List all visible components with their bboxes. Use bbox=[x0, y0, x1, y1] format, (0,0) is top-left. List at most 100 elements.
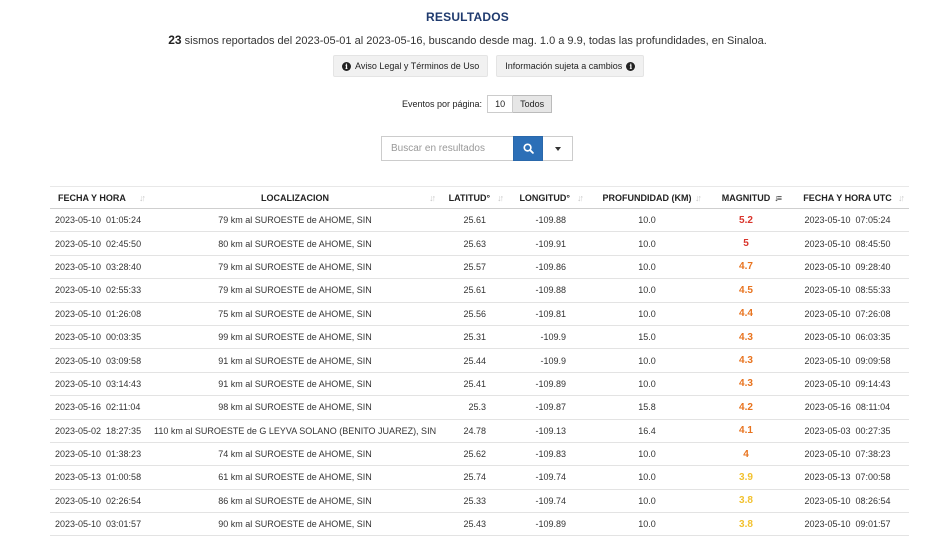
table-body: 2023-05-10 01:05:24 79 km al SUROESTE de … bbox=[50, 208, 909, 537]
cell-localizacion: 79 km al SUROESTE de AHOME, SIN bbox=[149, 278, 441, 303]
cell-latitud: 25.61 bbox=[440, 278, 509, 303]
table-row[interactable]: 2023-05-10 03:14:43 91 km al SUROESTE de … bbox=[50, 372, 909, 397]
column-header-profundidad[interactable]: PROFUNDIDAD (KM) ↓↑ bbox=[588, 186, 707, 209]
search-button[interactable] bbox=[513, 136, 543, 161]
table-row[interactable]: 2023-05-10 01:05:24 79 km al SUROESTE de … bbox=[50, 208, 909, 233]
cell-fecha-utc: 2023-05-10 09:09:58 bbox=[785, 348, 909, 373]
cell-localizacion: 98 km al SUROESTE de AHOME, SIN bbox=[149, 395, 441, 420]
cell-profundidad: 10.0 bbox=[588, 442, 707, 467]
table-row[interactable]: 2023-05-10 03:01:57 90 km al SUROESTE de … bbox=[50, 512, 909, 537]
cell-fecha: 2023-05-10 02:45:50 bbox=[50, 231, 150, 256]
cell-fecha: 2023-05-10 03:09:58 bbox=[50, 348, 150, 373]
search-input[interactable] bbox=[381, 136, 513, 161]
cell-magnitud: 4.1 bbox=[706, 419, 786, 443]
cell-profundidad: 10.0 bbox=[588, 489, 707, 514]
column-header-longitud[interactable]: LONGITUD° ↓↑ bbox=[508, 186, 589, 209]
cell-localizacion: 75 km al SUROESTE de AHOME, SIN bbox=[149, 302, 441, 326]
cell-fecha-utc: 2023-05-10 08:45:50 bbox=[785, 231, 909, 256]
cell-profundidad: 10.0 bbox=[588, 465, 707, 490]
sort-icon: ↓↑ bbox=[898, 193, 905, 203]
magnitude-value: 3.9 bbox=[739, 471, 753, 483]
cell-localizacion: 61 km al SUROESTE de AHOME, SIN bbox=[149, 465, 441, 490]
cell-localizacion: 91 km al SUROESTE de AHOME, SIN bbox=[149, 372, 441, 397]
magnitude-value: 4.3 bbox=[739, 331, 753, 343]
table-row[interactable]: 2023-05-10 02:55:33 79 km al SUROESTE de … bbox=[50, 278, 909, 303]
cell-magnitud: 4.3 bbox=[706, 325, 786, 350]
cell-fecha-utc: 2023-05-10 08:26:54 bbox=[785, 489, 909, 514]
sort-icon: ↓↑ bbox=[577, 193, 584, 203]
cell-localizacion: 80 km al SUROESTE de AHOME, SIN bbox=[149, 231, 441, 256]
table-row[interactable]: 2023-05-10 00:03:35 99 km al SUROESTE de … bbox=[50, 325, 909, 350]
magnitude-value: 4.1 bbox=[739, 425, 753, 437]
magnitude-value: 4.3 bbox=[739, 378, 753, 390]
cell-latitud: 25.41 bbox=[440, 372, 509, 397]
cell-fecha-utc: 2023-05-10 08:55:33 bbox=[785, 278, 909, 303]
search-bar bbox=[381, 136, 573, 161]
cell-magnitud: 5.2 bbox=[706, 208, 786, 233]
magnitude-value: 4.3 bbox=[739, 355, 753, 367]
table-row[interactable]: 2023-05-10 03:28:40 79 km al SUROESTE de … bbox=[50, 255, 909, 280]
legal-notice-button[interactable]: i Aviso Legal y Términos de Uso bbox=[333, 55, 489, 77]
cell-fecha: 2023-05-16 02:11:04 bbox=[50, 395, 150, 420]
cell-longitud: -109.88 bbox=[508, 278, 589, 303]
cell-localizacion: 86 km al SUROESTE de AHOME, SIN bbox=[149, 489, 441, 514]
table-row[interactable]: 2023-05-10 02:26:54 86 km al SUROESTE de … bbox=[50, 489, 909, 514]
cell-localizacion: 110 km al SUROESTE de G LEYVA SOLANO (BE… bbox=[149, 419, 441, 443]
table-row[interactable]: 2023-05-13 01:00:58 61 km al SUROESTE de … bbox=[50, 465, 909, 490]
column-header-fecha[interactable]: FECHA Y HORA ↓↑ bbox=[50, 186, 150, 209]
cell-magnitud: 4.5 bbox=[706, 278, 786, 303]
cell-localizacion: 79 km al SUROESTE de AHOME, SIN bbox=[149, 208, 441, 233]
cell-longitud: -109.89 bbox=[508, 372, 589, 397]
per-page-10-button[interactable]: 10 bbox=[487, 95, 514, 113]
cell-localizacion: 74 km al SUROESTE de AHOME, SIN bbox=[149, 442, 441, 467]
cell-fecha-utc: 2023-05-10 09:28:40 bbox=[785, 255, 909, 280]
cell-fecha-utc: 2023-05-10 07:26:08 bbox=[785, 302, 909, 326]
sort-icon: ↓↑ bbox=[497, 193, 504, 203]
cell-magnitud: 4 bbox=[706, 442, 786, 467]
table-row[interactable]: 2023-05-16 02:11:04 98 km al SUROESTE de … bbox=[50, 395, 909, 420]
cell-longitud: -109.91 bbox=[508, 231, 589, 256]
cell-fecha: 2023-05-10 02:26:54 bbox=[50, 489, 150, 514]
sort-icon: ↓↑ bbox=[138, 193, 146, 203]
results-table: FECHA Y HORA ↓↑ LOCALIZACION ↓↑ LATITUD° ↓↑… bbox=[50, 186, 909, 537]
cell-fecha: 2023-05-10 01:38:23 bbox=[50, 442, 150, 467]
column-header-magnitud[interactable]: MAGNITUD ↓≡ bbox=[706, 186, 786, 209]
table-row[interactable]: 2023-05-10 01:26:08 75 km al SUROESTE de … bbox=[50, 302, 909, 326]
cell-magnitud: 4.7 bbox=[706, 255, 786, 280]
table-row[interactable]: 2023-05-10 02:45:50 80 km al SUROESTE de … bbox=[50, 231, 909, 256]
table-row[interactable]: 2023-05-10 03:09:58 91 km al SUROESTE de … bbox=[50, 348, 909, 373]
info-circle-icon: i bbox=[342, 61, 351, 71]
table-row[interactable]: 2023-05-10 01:38:23 74 km al SUROESTE de … bbox=[50, 442, 909, 467]
per-page-all-button[interactable]: Todos bbox=[513, 95, 553, 113]
cell-longitud: -109.83 bbox=[508, 442, 589, 467]
search-options-dropdown[interactable] bbox=[543, 136, 573, 161]
cell-fecha-utc: 2023-05-10 09:14:43 bbox=[785, 372, 909, 397]
cell-magnitud: 4.4 bbox=[706, 302, 786, 326]
cell-magnitud: 5 bbox=[706, 231, 786, 256]
results-summary-text: sismos reportados del 2023-05-01 al 2023… bbox=[181, 35, 767, 47]
sort-desc-icon: ↓≡ bbox=[774, 193, 782, 203]
events-per-page-label: Eventos por página: bbox=[402, 99, 483, 109]
events-per-page-options: 10 Todos bbox=[487, 95, 553, 113]
table-row[interactable]: 2023-05-02 18:27:35 110 km al SUROESTE de… bbox=[50, 419, 909, 443]
magnitude-value: 4.7 bbox=[739, 261, 753, 273]
cell-profundidad: 16.4 bbox=[588, 419, 707, 443]
cell-localizacion: 99 km al SUROESTE de AHOME, SIN bbox=[149, 325, 441, 350]
subject-to-change-button[interactable]: Información sujeta a cambios i bbox=[496, 55, 645, 77]
column-header-localizacion[interactable]: LOCALIZACION ↓↑ bbox=[149, 186, 441, 209]
cell-latitud: 25.62 bbox=[440, 442, 509, 467]
cell-longitud: -109.9 bbox=[508, 348, 589, 373]
cell-magnitud: 4.2 bbox=[706, 395, 786, 420]
cell-profundidad: 15.8 bbox=[588, 395, 707, 420]
cell-magnitud: 4.3 bbox=[706, 348, 786, 373]
cell-latitud: 25.74 bbox=[440, 465, 509, 490]
cell-latitud: 25.56 bbox=[440, 302, 509, 326]
cell-latitud: 25.31 bbox=[440, 325, 509, 350]
column-header-fecha-utc[interactable]: FECHA Y HORA UTC ↓↑ bbox=[785, 186, 909, 209]
cell-profundidad: 10.0 bbox=[588, 372, 707, 397]
column-header-latitud[interactable]: LATITUD° ↓↑ bbox=[440, 186, 509, 209]
cell-profundidad: 10.0 bbox=[588, 512, 707, 537]
magnitude-value: 3.8 bbox=[739, 495, 753, 507]
magnitude-value: 4.2 bbox=[739, 401, 753, 413]
cell-longitud: -109.74 bbox=[508, 465, 589, 490]
